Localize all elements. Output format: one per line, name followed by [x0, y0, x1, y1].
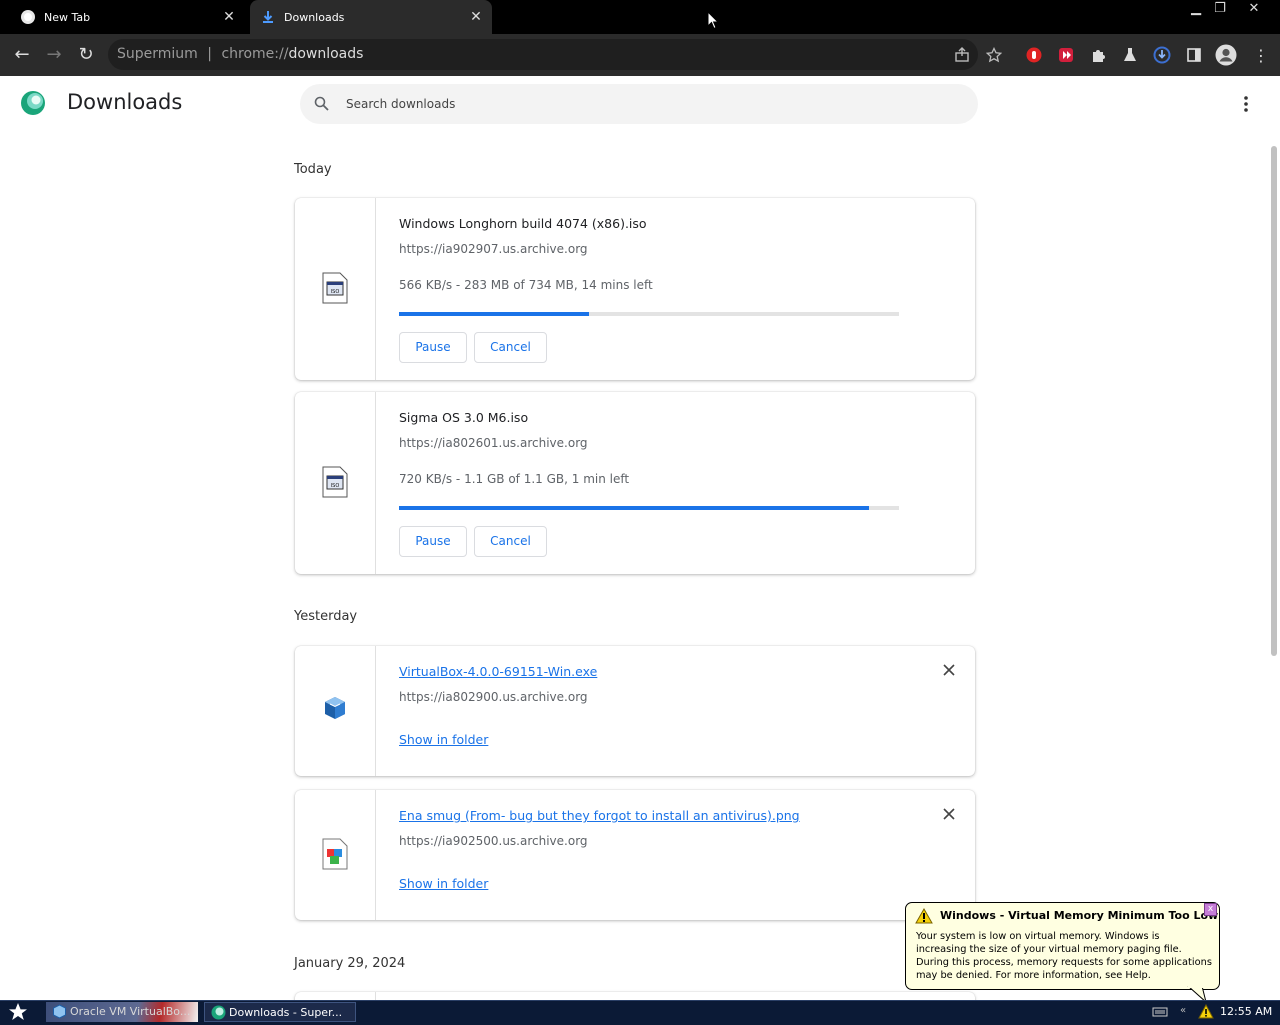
start-button-icon[interactable] — [7, 1002, 29, 1022]
address-scheme: chrome:// — [221, 46, 289, 62]
remove-from-list-icon[interactable] — [941, 662, 957, 678]
download-item: Ena smug (From- bug but they forgot to i… — [295, 790, 975, 920]
iso-file-icon: ISO — [322, 272, 348, 304]
section-heading-yesterday: Yesterday — [294, 609, 358, 624]
section-heading-today: Today — [294, 162, 332, 177]
supermium-icon — [211, 1005, 226, 1020]
close-tab-icon[interactable]: ✕ — [466, 9, 486, 25]
cancel-button[interactable]: Cancel — [474, 526, 547, 557]
taskbar-item-virtualbox[interactable]: Oracle VM VirtualBo... — [46, 1002, 198, 1022]
labs-flask-icon[interactable] — [1119, 44, 1141, 66]
taskbar-clock: 12:55 AM — [1220, 1005, 1273, 1018]
keyboard-icon[interactable] — [1152, 1006, 1168, 1018]
browser-menu-icon[interactable]: ⋮ — [1250, 44, 1272, 66]
show-in-folder-link[interactable]: Show in folder — [399, 732, 488, 747]
virtualbox-installer-icon — [325, 697, 345, 719]
search-input[interactable] — [346, 95, 846, 113]
file-name: Windows Longhorn build 4074 (x86).iso — [399, 216, 647, 231]
pause-button[interactable]: Pause — [399, 526, 467, 557]
balloon-close-button[interactable]: x — [1204, 903, 1217, 916]
download-status: 720 KB/s - 1.1 GB of 1.1 GB, 1 min left — [399, 472, 630, 486]
scrollbar-thumb[interactable] — [1271, 146, 1277, 656]
tab-title: Downloads — [284, 10, 345, 24]
taskbar-item-label: Downloads - Super... — [229, 1006, 343, 1019]
iso-file-icon: ISO — [322, 466, 348, 498]
balloon-message: Your system is low on virtual memory. Wi… — [916, 931, 1212, 981]
download-item: VirtualBox-4.0.0-69151-Win.exe https://i… — [295, 646, 975, 776]
search-icon — [314, 96, 329, 111]
adblock-extension-icon[interactable] — [1023, 44, 1045, 66]
page-title: Downloads — [67, 90, 183, 114]
tray-warning-icon[interactable] — [1198, 1004, 1214, 1019]
file-icon-column: ISO — [295, 392, 376, 574]
reload-icon[interactable]: ↻ — [74, 44, 98, 66]
svg-text:ISO: ISO — [331, 289, 340, 295]
taskbar-item-label: Oracle VM VirtualBo... — [70, 1005, 191, 1018]
file-source-url: https://ia802601.us.archive.org — [399, 436, 588, 450]
balloon-title: Windows - Virtual Memory Minimum Too Low — [940, 909, 1219, 922]
show-in-folder-link[interactable]: Show in folder — [399, 876, 488, 891]
download-status: 566 KB/s - 283 MB of 734 MB, 14 mins lef… — [399, 278, 653, 292]
show-hidden-icons-icon[interactable]: « — [1180, 1005, 1186, 1016]
bookmark-star-icon[interactable] — [983, 44, 1005, 66]
progress-bar — [399, 506, 899, 510]
close-window-icon[interactable]: ✕ — [1240, 0, 1268, 18]
svg-text:ISO: ISO — [331, 483, 340, 489]
download-icon — [263, 11, 273, 23]
tab-title: New Tab — [44, 10, 91, 24]
tab-favicon-icon — [21, 10, 35, 24]
download-progress-icon[interactable] — [1151, 44, 1173, 66]
file-name-link[interactable]: Ena smug (From- bug but they forgot to i… — [399, 808, 800, 823]
side-panel-icon[interactable] — [1183, 44, 1205, 66]
restore-icon[interactable]: ❐ — [1206, 0, 1234, 18]
section-heading-date: January 29, 2024 — [294, 956, 406, 971]
tab-new-tab[interactable]: New Tab ✕ — [10, 0, 245, 34]
download-item: ISO Windows Longhorn build 4074 (x86).is… — [295, 198, 975, 380]
extensions-puzzle-icon[interactable] — [1087, 44, 1109, 66]
progress-bar — [399, 312, 899, 316]
address-path: downloads — [288, 46, 364, 62]
file-source-url: https://ia902907.us.archive.org — [399, 242, 588, 256]
forward-icon[interactable]: → — [42, 44, 66, 66]
profile-avatar-icon[interactable] — [1215, 44, 1237, 66]
share-icon[interactable] — [951, 44, 973, 66]
close-tab-icon[interactable]: ✕ — [219, 9, 239, 25]
mouse-cursor-icon — [707, 11, 719, 30]
file-name-link[interactable]: VirtualBox-4.0.0-69151-Win.exe — [399, 664, 597, 679]
progress-fill — [399, 312, 589, 316]
address-text: Supermium | chrome://downloads — [117, 46, 363, 62]
file-icon-column — [295, 790, 376, 920]
download-item: ISO Sigma OS 3.0 M6.iso https://ia802601… — [295, 392, 975, 574]
cancel-button[interactable]: Cancel — [474, 332, 547, 363]
image-file-icon — [322, 838, 348, 870]
file-icon-column — [295, 646, 376, 776]
media-extension-icon[interactable] — [1055, 44, 1077, 66]
pause-button[interactable]: Pause — [399, 332, 467, 363]
taskbar-item-downloads[interactable]: Downloads - Super... — [204, 1002, 356, 1022]
tab-downloads[interactable]: Downloads ✕ — [250, 0, 492, 34]
virtualbox-icon — [53, 1004, 66, 1019]
more-actions-icon[interactable] — [1238, 92, 1254, 116]
site-label: Supermium — [117, 46, 198, 62]
file-icon-column: ISO — [295, 198, 376, 380]
back-icon[interactable]: ← — [10, 44, 34, 66]
file-name: Sigma OS 3.0 M6.iso — [399, 410, 529, 425]
file-source-url: https://ia902500.us.archive.org — [399, 834, 588, 848]
warning-icon — [915, 908, 933, 924]
address-separator: | — [207, 46, 212, 62]
progress-fill — [399, 506, 869, 510]
file-source-url: https://ia802900.us.archive.org — [399, 690, 588, 704]
supermium-logo-icon — [21, 91, 45, 115]
remove-from-list-icon[interactable] — [941, 806, 957, 822]
